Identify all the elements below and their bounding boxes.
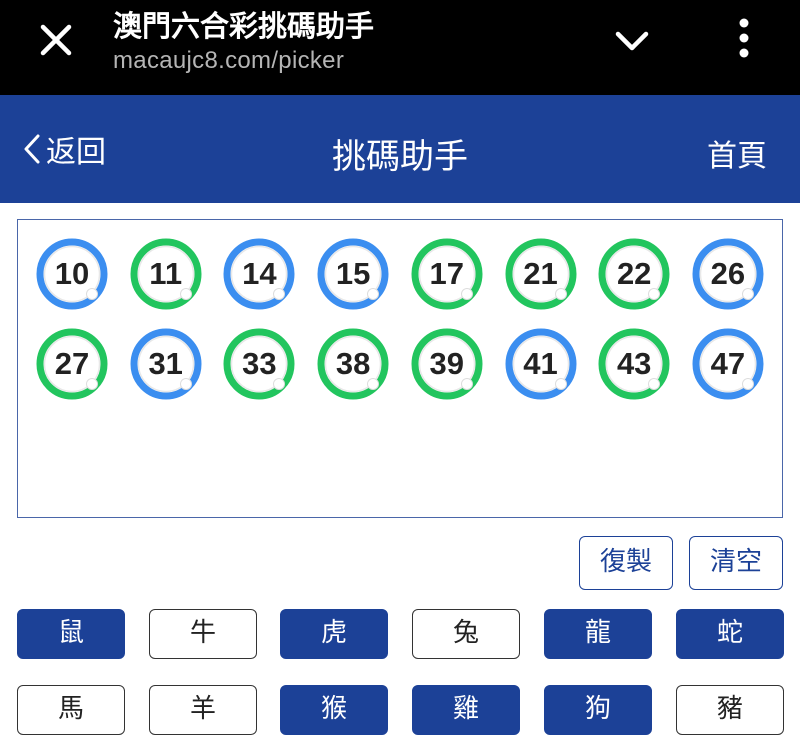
number-ball-47[interactable]: 47: [691, 327, 765, 401]
ball-number: 31: [148, 346, 183, 381]
number-ball-27[interactable]: 27: [35, 327, 109, 401]
overflow-menu-button[interactable]: [722, 14, 766, 64]
zodiac-button[interactable]: 狗: [544, 685, 652, 735]
page-title: 挑碼助手: [332, 137, 468, 177]
number-ball-17[interactable]: 17: [410, 237, 484, 311]
close-button[interactable]: [30, 18, 82, 62]
browser-url[interactable]: macaujc8.com/picker: [113, 47, 344, 75]
zodiac-button[interactable]: 雞: [412, 685, 520, 735]
zodiac-button[interactable]: 蛇: [676, 609, 784, 659]
copy-button[interactable]: 復製: [579, 536, 673, 590]
zodiac-button[interactable]: 豬: [676, 685, 784, 735]
home-link[interactable]: 首頁: [707, 131, 767, 175]
more-vertical-icon: [739, 18, 749, 58]
number-ball-26[interactable]: 26: [691, 237, 765, 311]
ball-number: 14: [242, 256, 277, 291]
chevron-down-icon: [615, 31, 649, 51]
ball-number: 11: [149, 256, 183, 291]
clear-button[interactable]: 清空: [689, 536, 783, 590]
number-ball-33[interactable]: 33: [222, 327, 296, 401]
ball-number: 39: [429, 346, 465, 381]
ball-number: 26: [710, 256, 746, 291]
zodiac-button[interactable]: 猴: [280, 685, 388, 735]
ball-number: 15: [335, 256, 371, 291]
ball-number: 38: [335, 346, 371, 381]
zodiac-button[interactable]: 牛: [149, 609, 257, 659]
number-ball-10[interactable]: 10: [35, 237, 109, 311]
ball-number: 27: [54, 346, 90, 381]
number-ball-39[interactable]: 39: [410, 327, 484, 401]
browser-toolbar: 澳門六合彩挑碼助手 macaujc8.com/picker: [0, 0, 800, 95]
ball-number: 21: [523, 256, 558, 291]
number-ball-38[interactable]: 38: [316, 327, 390, 401]
expand-button[interactable]: [606, 22, 658, 62]
ball-number: 33: [242, 346, 277, 381]
number-ball-14[interactable]: 14: [222, 237, 296, 311]
ball-number: 47: [710, 346, 746, 381]
ball-number: 22: [616, 256, 652, 291]
app-nav-bar: 返回 挑碼助手 首頁: [0, 95, 800, 203]
selected-numbers-panel: 10 11 14 15 17 21 22 26 27 31 33 38 39 41 43 47: [17, 219, 783, 518]
number-ball-11[interactable]: 11: [129, 237, 203, 311]
ball-number: 17: [429, 256, 465, 291]
ball-number: 10: [54, 256, 90, 291]
zodiac-button[interactable]: 羊: [149, 685, 257, 735]
close-icon: [40, 24, 72, 56]
browser-page-title: 澳門六合彩挑碼助手: [113, 9, 375, 43]
zodiac-button[interactable]: 兔: [412, 609, 520, 659]
number-ball-15[interactable]: 15: [316, 237, 390, 311]
zodiac-button[interactable]: 馬: [17, 685, 125, 735]
zodiac-button[interactable]: 虎: [280, 609, 388, 659]
number-ball-22[interactable]: 22: [597, 237, 671, 311]
zodiac-button[interactable]: 龍: [544, 609, 652, 659]
number-ball-41[interactable]: 41: [504, 327, 578, 401]
ball-number: 43: [616, 346, 652, 381]
ball-number: 41: [523, 346, 558, 381]
zodiac-button[interactable]: 鼠: [17, 609, 125, 659]
number-ball-21[interactable]: 21: [504, 237, 578, 311]
number-ball-31[interactable]: 31: [129, 327, 203, 401]
number-ball-43[interactable]: 43: [597, 327, 671, 401]
